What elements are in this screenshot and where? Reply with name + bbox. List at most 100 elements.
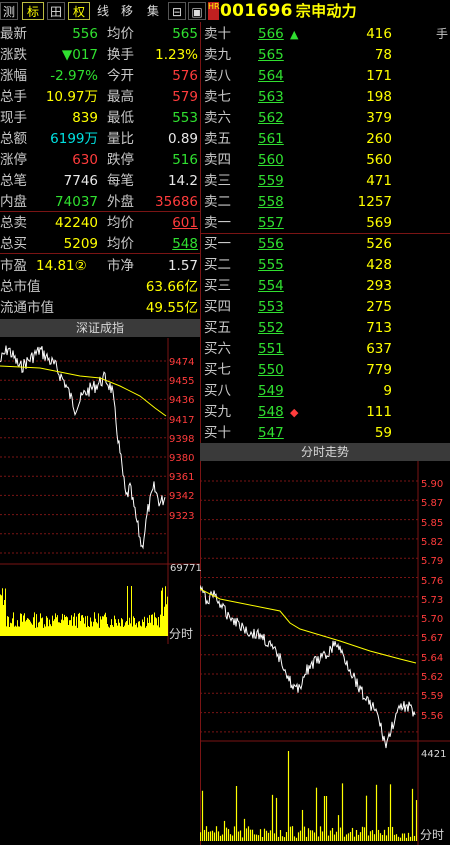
ask-price: 558 — [258, 194, 284, 210]
toolbar-button-mark[interactable]: 标 — [22, 2, 44, 20]
quote-value: 548 — [172, 236, 198, 252]
toolbar-button-layout[interactable]: ▣ — [188, 2, 206, 20]
quote-value: 553 — [172, 110, 198, 126]
ask-volume: 416 — [366, 26, 392, 42]
quote-value: ▼017 — [61, 47, 98, 63]
quote-value: 516 — [172, 152, 198, 168]
quote-label: 均价 — [107, 26, 134, 42]
market-cap-value: 63.66亿 — [145, 279, 198, 295]
quote-label: 总卖 — [0, 215, 27, 231]
toolbar-button-window[interactable]: ⊟ — [168, 2, 186, 20]
quote-row: 总手 10.97万 最高 579 — [0, 87, 200, 108]
bid-row[interactable]: 买一 556 526 — [204, 234, 450, 255]
stock-price-tick: 5.59 — [421, 691, 444, 703]
bid-level-label: 买五 — [204, 320, 231, 336]
bid-row[interactable]: 买二 555 428 — [204, 255, 450, 276]
ask-row[interactable]: 卖十 566 ▲ 416 — [204, 24, 450, 45]
bid-level-label: 买六 — [204, 341, 231, 357]
ask-level-label: 卖四 — [204, 152, 231, 168]
bid-price: 549 — [258, 383, 284, 399]
index-time-label[interactable]: 分时 — [169, 625, 193, 642]
ask-price: 566 — [258, 26, 284, 42]
bid-price: 552 — [258, 320, 284, 336]
quote-row: 总额 6199万 量比 0.89 — [0, 129, 200, 150]
quote-row: 现手 839 最低 553 — [0, 108, 200, 129]
bid-row[interactable]: 买十 547 59 — [204, 423, 450, 444]
ask-row[interactable]: 卖六 562 379 — [204, 108, 450, 129]
toolbar-button-set[interactable]: 集 — [144, 2, 162, 20]
bid-volume: 779 — [366, 362, 392, 378]
stock-title[interactable]: 001696 宗申动力 — [220, 0, 357, 22]
toolbar-button-measure[interactable]: 测 — [0, 2, 18, 20]
index-avg-line — [0, 365, 167, 417]
bid-row[interactable]: 买五 552 713 — [204, 318, 450, 339]
quote-row: 涨跌 ▼017 换手 1.23% — [0, 45, 200, 66]
ask-level-label: 卖五 — [204, 131, 231, 147]
quote-row: 涨停 630 跌停 516 — [0, 150, 200, 171]
bid-row[interactable]: 买六 551 637 — [204, 339, 450, 360]
quote-label: 均价 — [107, 236, 134, 252]
stock-name: 宗申动力 — [295, 2, 357, 20]
quote-label: 总手 — [0, 89, 27, 105]
ask-row[interactable]: 卖四 560 560 — [204, 150, 450, 171]
quote-label: 最低 — [107, 110, 134, 126]
bid-price: 556 — [258, 236, 284, 252]
stock-price-tick: 5.90 — [421, 479, 444, 490]
bid-price: 555 — [258, 257, 284, 273]
quote-label: 外盘 — [107, 194, 134, 210]
bid-volume: 9 — [383, 383, 392, 399]
stock-price-line — [200, 585, 416, 749]
bid-row[interactable]: 买七 550 779 — [204, 360, 450, 381]
ask-price: 562 — [258, 110, 284, 126]
index-panel-title[interactable]: 深证成指 — [0, 319, 200, 337]
ask-volume: 569 — [366, 215, 392, 231]
ask-volume: 198 — [366, 89, 392, 105]
ask-row[interactable]: 卖二 558 1257 — [204, 192, 450, 213]
ask-row[interactable]: 卖九 565 78 — [204, 45, 450, 66]
stock-time-label[interactable]: 分时 — [420, 826, 444, 843]
up-arrow-icon: ▲ — [290, 28, 299, 41]
bid-row[interactable]: 买三 554 293 — [204, 276, 450, 297]
ask-volume: 471 — [366, 173, 392, 189]
bid-row[interactable]: 买八 549 9 — [204, 381, 450, 402]
ask-price: 557 — [258, 215, 284, 231]
toolbar-button-rights[interactable]: 权 — [68, 2, 90, 20]
bid-level-label: 买九 — [204, 404, 231, 420]
diamond-icon: ◆ — [290, 406, 299, 419]
quote-value: 74037 — [55, 194, 98, 210]
quote-value: 6199万 — [50, 131, 98, 147]
quote-value: 556 — [72, 26, 98, 42]
bid-volume: 111 — [366, 404, 392, 420]
stock-panel-title[interactable]: 分时走势 — [200, 443, 450, 461]
bid-price: 554 — [258, 278, 284, 294]
bid-row[interactable]: 买九 548 ◆ 111 — [204, 402, 450, 423]
ask-row[interactable]: 卖一 557 569 — [204, 213, 450, 234]
quote-label: 涨跌 — [0, 47, 27, 63]
bid-volume: 293 — [366, 278, 392, 294]
ask-price: 563 — [258, 89, 284, 105]
bid-price: 548 — [258, 404, 284, 420]
stock-chart[interactable] — [200, 461, 450, 845]
toolbar-button-grid[interactable]: 田 — [47, 2, 65, 20]
quote-value: -2.97% — [50, 68, 98, 84]
toolbar-button-line[interactable]: 线 — [94, 2, 112, 20]
quote-row: 涨幅 -2.97% 今开 576 — [0, 66, 200, 87]
stock-price-tick: 5.87 — [421, 498, 444, 510]
ask-row[interactable]: 卖三 559 471 — [204, 171, 450, 192]
toolbar-button-move[interactable]: 移 — [118, 2, 136, 20]
ask-volume: 1257 — [357, 194, 392, 210]
ask-row[interactable]: 卖五 561 260 — [204, 129, 450, 150]
bid-row[interactable]: 买四 553 275 — [204, 297, 450, 318]
ask-row[interactable]: 卖八 564 171 — [204, 66, 450, 87]
quote-value: 5209 — [63, 236, 98, 252]
bid-volume: 428 — [366, 257, 392, 273]
quote-value: 10.97万 — [45, 89, 98, 105]
quote-row: 总卖 42240 均价 601 — [0, 213, 200, 234]
quote-row: 总笔 7746 每笔 14.2 — [0, 171, 200, 192]
ask-row[interactable]: 卖七 563 198 — [204, 87, 450, 108]
quote-label: 总笔 — [0, 173, 27, 189]
quote-value: 579 — [172, 89, 198, 105]
index-price-tick: 9398 — [169, 433, 195, 445]
quote-value: 839 — [72, 110, 98, 126]
bid-price: 550 — [258, 362, 284, 378]
